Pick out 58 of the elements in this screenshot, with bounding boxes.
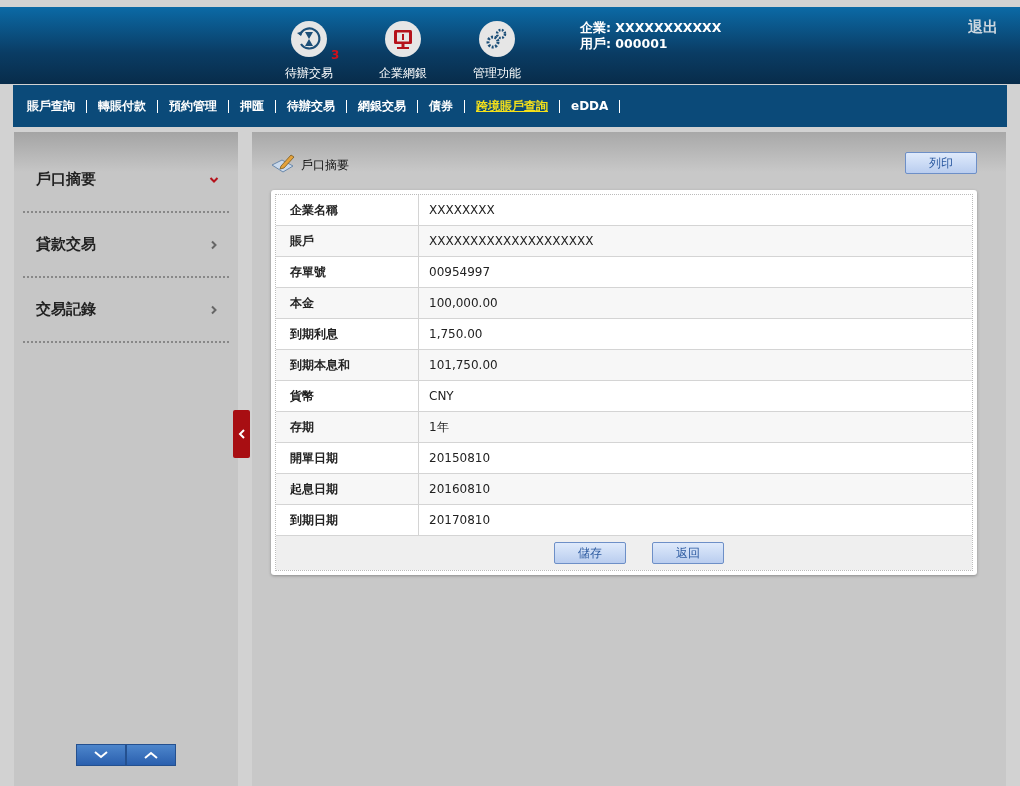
user-id: 用戶: 000001 <box>580 36 669 52</box>
sidebar-label: 戶口摘要 <box>36 170 96 189</box>
print-button[interactable]: 列印 <box>905 152 977 174</box>
field-label: 存期 <box>276 412 419 442</box>
chevron-up-icon <box>144 751 158 759</box>
collapse-sidebar-button[interactable] <box>233 410 250 458</box>
sidebar-item[interactable]: 交易記錄 <box>23 278 229 343</box>
app-label[interactable]: 企業網銀 <box>379 65 427 82</box>
field-label: 到期本息和 <box>276 350 419 380</box>
field-label: 到期利息 <box>276 319 419 349</box>
page-title: 戶口摘要 <box>301 157 349 174</box>
logout-link[interactable]: 退出 <box>968 18 998 37</box>
sidebar-item[interactable]: 貸款交易 <box>23 213 229 278</box>
field-value: 20150810 <box>428 450 491 467</box>
field-value: 20160810 <box>428 481 491 498</box>
company-name: 企業: XXXXXXXXXXX <box>580 20 722 36</box>
gears-icon[interactable] <box>479 21 515 57</box>
action-button[interactable]: 返回 <box>652 542 724 564</box>
sidebar-item[interactable]: 戶口摘要 <box>23 148 229 213</box>
field-value: 101,750.00 <box>428 357 498 374</box>
pencil-note-icon <box>271 152 297 174</box>
scroll-down-button[interactable] <box>76 744 126 766</box>
field-label: 企業名稱 <box>276 195 419 225</box>
nav-tab[interactable]: 賬戶查詢 <box>27 97 75 115</box>
action-button[interactable]: 儲存 <box>554 542 626 564</box>
field-label: 到期日期 <box>276 505 419 535</box>
field-value: XXXXXXXXXXXXXXXXXXXX <box>428 233 594 250</box>
field-value: 00954997 <box>428 264 491 281</box>
nav-tab[interactable]: 預約管理 <box>169 97 217 115</box>
field-value: 100,000.00 <box>428 295 498 312</box>
field-label: 本金 <box>276 288 419 318</box>
field-label: 賬戶 <box>276 226 419 256</box>
sidebar-label: 貸款交易 <box>36 235 96 254</box>
app-label[interactable]: 待辦交易 <box>285 65 333 82</box>
nav-tab[interactable]: 待辦交易 <box>287 97 335 115</box>
hourglass-icon[interactable] <box>291 21 327 57</box>
monitor-icon[interactable] <box>385 21 421 57</box>
field-label: 開單日期 <box>276 443 419 473</box>
field-value: 1年 <box>428 418 449 436</box>
chevron-left-icon <box>237 429 246 439</box>
sidebar-label: 交易記錄 <box>36 300 96 319</box>
field-label: 貨幣 <box>276 381 419 411</box>
nav-tab[interactable]: eDDA <box>571 99 609 113</box>
field-value: CNY <box>428 388 454 405</box>
scroll-up-button[interactable] <box>126 744 176 766</box>
field-value: XXXXXXXX <box>428 202 495 219</box>
nav-tab[interactable]: 押匯 <box>240 97 264 115</box>
notification-count: 3 <box>331 48 340 62</box>
field-value: 20170810 <box>428 512 491 529</box>
nav-tab[interactable]: 網銀交易 <box>358 97 406 115</box>
app-label[interactable]: 管理功能 <box>473 65 521 82</box>
nav-tab[interactable]: 轉賬付款 <box>98 97 146 115</box>
field-label: 起息日期 <box>276 474 419 504</box>
chevron-down-icon <box>94 751 108 759</box>
field-label: 存單號 <box>276 257 419 287</box>
field-value: 1,750.00 <box>428 326 483 343</box>
nav-tab[interactable]: 跨境賬戶查詢 <box>476 97 548 115</box>
nav-tab[interactable]: 債券 <box>429 97 453 115</box>
